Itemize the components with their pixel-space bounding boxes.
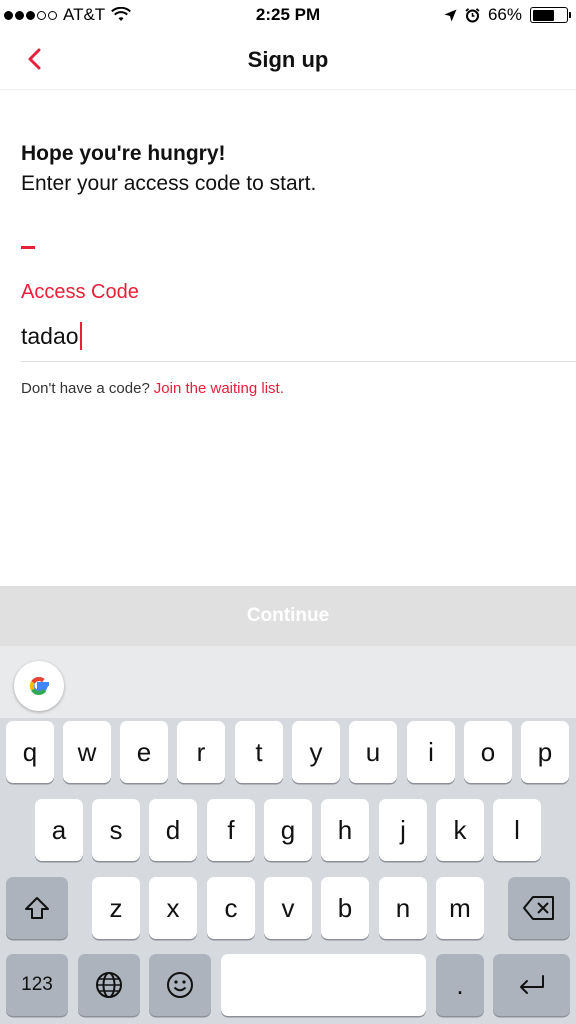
backspace-key[interactable] <box>508 877 570 939</box>
key-n[interactable]: n <box>379 877 427 939</box>
key-j[interactable]: j <box>379 799 427 861</box>
key-c[interactable]: c <box>207 877 255 939</box>
waiting-list-link[interactable]: Join the waiting list. <box>154 380 284 397</box>
key-l[interactable]: l <box>493 799 541 861</box>
key-r[interactable]: r <box>177 721 225 783</box>
key-x[interactable]: x <box>149 877 197 939</box>
key-w[interactable]: w <box>63 721 111 783</box>
alarm-clock-icon <box>465 7 480 22</box>
return-arrow-icon <box>519 975 544 994</box>
key-z[interactable]: z <box>92 877 140 939</box>
key-a[interactable]: a <box>35 799 83 861</box>
key-m[interactable]: m <box>436 877 484 939</box>
battery-fill <box>532 9 555 21</box>
key-b[interactable]: b <box>321 877 369 939</box>
helper-text: Don't have a code? <box>21 380 150 397</box>
period-key[interactable]: . <box>436 954 484 1016</box>
access-code-label: Access Code <box>21 281 139 303</box>
google-logo-icon <box>29 677 49 696</box>
page-title: Sign up <box>247 47 329 72</box>
shift-arrow-icon <box>25 897 49 919</box>
key-i[interactable]: i <box>407 721 455 783</box>
input-underline <box>21 361 576 362</box>
accent-dash <box>21 246 35 249</box>
key-s[interactable]: s <box>92 799 140 861</box>
key-d[interactable]: d <box>149 799 197 861</box>
key-o[interactable]: o <box>464 721 512 783</box>
key-v[interactable]: v <box>264 877 312 939</box>
keyboard: q w e r t y u i o p a s d f g h j k l z … <box>0 646 576 1024</box>
helper-row: Don't have a code? Join the waiting list. <box>21 380 284 397</box>
key-y[interactable]: y <box>292 721 340 783</box>
backspace-icon <box>523 896 554 920</box>
continue-button[interactable]: Continue <box>0 586 576 646</box>
emoji-key[interactable] <box>149 954 211 1016</box>
text-caret <box>79 322 82 350</box>
key-t[interactable]: t <box>235 721 283 783</box>
access-code-input[interactable]: tadao <box>21 322 82 350</box>
key-k[interactable]: k <box>436 799 484 861</box>
battery-percent: 66% <box>487 5 522 24</box>
location-arrow-icon <box>444 9 457 21</box>
return-key[interactable] <box>493 954 570 1016</box>
key-q[interactable]: q <box>6 721 54 783</box>
google-search-button[interactable] <box>14 661 64 711</box>
key-f[interactable]: f <box>207 799 255 861</box>
status-bar: AT&T 2:25 PM 66% <box>0 0 576 32</box>
space-key[interactable] <box>221 954 426 1016</box>
numbers-key[interactable]: 123 <box>6 954 68 1016</box>
subline: Enter your access code to start. <box>21 172 317 195</box>
globe-icon <box>96 972 122 998</box>
key-e[interactable]: e <box>120 721 168 783</box>
keyboard-suggestion-bar <box>0 646 576 718</box>
status-right: 66% <box>444 5 571 25</box>
headline: Hope you're hungry! <box>21 142 226 165</box>
key-h[interactable]: h <box>321 799 369 861</box>
battery-icon <box>530 7 571 23</box>
emoji-smiley-icon <box>167 972 193 998</box>
key-u[interactable]: u <box>349 721 397 783</box>
shift-key[interactable] <box>6 877 68 939</box>
globe-key[interactable] <box>78 954 140 1016</box>
nav-bar: Sign up <box>0 32 576 90</box>
key-p[interactable]: p <box>521 721 569 783</box>
access-code-value: tadao <box>21 322 79 349</box>
key-g[interactable]: g <box>264 799 312 861</box>
